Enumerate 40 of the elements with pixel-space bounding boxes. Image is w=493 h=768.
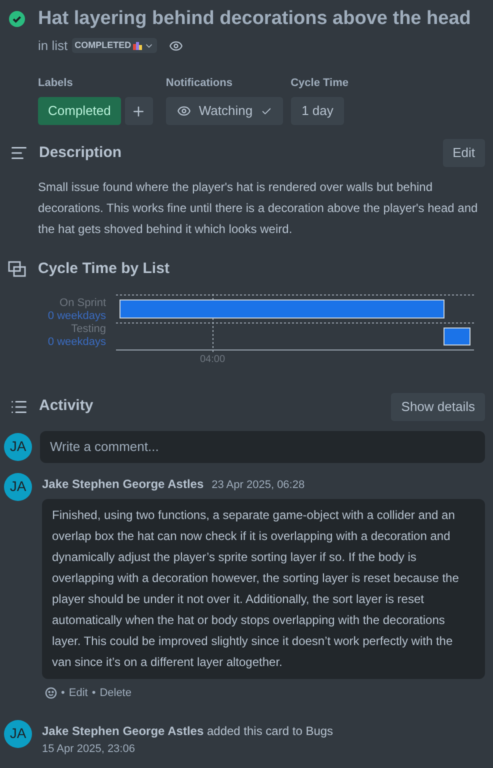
section-heading: Activity	[39, 396, 94, 416]
avatar: JA	[4, 472, 32, 500]
watch-button[interactable]: Watching	[166, 97, 283, 125]
separator-dot: •	[92, 686, 96, 701]
field-heading: Cycle Time	[290, 76, 348, 90]
timestamp: 15 Apr 2025, 23:06	[42, 742, 136, 756]
emoji-icon[interactable]	[45, 687, 57, 700]
list-dropdown[interactable]: COMPLETED	[72, 38, 158, 54]
add-label-button[interactable]	[124, 97, 153, 125]
description-icon	[10, 144, 28, 162]
label-chip[interactable]: Completed	[38, 97, 121, 125]
field-heading: Labels	[38, 76, 74, 90]
comment-text: Finished, using two functions, a separate game-object with a collider and an overlap box the hat can now check if it is overlapping with a decoration and dynamically adjust the player’s sprite sorting layer if so. If the body is overlapping with a decoration however, the sorting layer is reset because the player should be under it not over it. Additionally, the sort layer is reset automatically when the hat or body stops overlapping with the decorations layer. This could be improved slightly since it doesn’t work perfectly with the van since it’s on a different layer altogether.	[42, 499, 485, 679]
list-name: Testing	[71, 322, 106, 336]
list-prefix: in list	[38, 37, 68, 55]
activity-text: Jake Stephen George Astles added this card to Bugs	[42, 722, 334, 740]
duration-label: 0 weekdays	[48, 310, 106, 322]
cycle-time-button[interactable]: 1 day	[290, 97, 344, 125]
description-text: Small issue found where the player's hat is rendered over walls but behind decorations. This works fine until there is a decoration above the player's head and the hat gets shoved behind it which looks weird.	[37, 179, 479, 238]
duration-label: 0 weekdays	[48, 336, 106, 348]
avatar: JA	[4, 432, 32, 460]
axis-tick-label: 04:00	[200, 352, 226, 366]
timestamp: 23 Apr 2025, 06:28	[212, 478, 305, 492]
field-heading: Notifications	[166, 76, 234, 90]
eye-icon	[176, 104, 191, 118]
section-heading: Cycle Time by List	[38, 259, 170, 279]
separator-dot: •	[61, 686, 65, 701]
author-name: Jake Stephen George Astles	[42, 476, 204, 492]
plus-icon	[131, 104, 146, 118]
avatar: JA	[4, 720, 32, 748]
comment-action-link[interactable]: Edit	[68, 685, 88, 702]
checkmark-icon[interactable]	[9, 11, 25, 27]
show-details-button[interactable]: Show details	[391, 392, 485, 420]
comment-field[interactable]: Write a comment...	[40, 430, 485, 462]
comment-action-link[interactable]: Delete	[100, 685, 132, 702]
eye-icon[interactable]	[169, 38, 184, 53]
section-heading: Description	[39, 142, 123, 163]
card-title: Hat layering behind decorations above the head	[38, 7, 472, 31]
edit-button[interactable]: Edit	[442, 139, 485, 167]
list-name: On Sprint	[60, 296, 106, 310]
